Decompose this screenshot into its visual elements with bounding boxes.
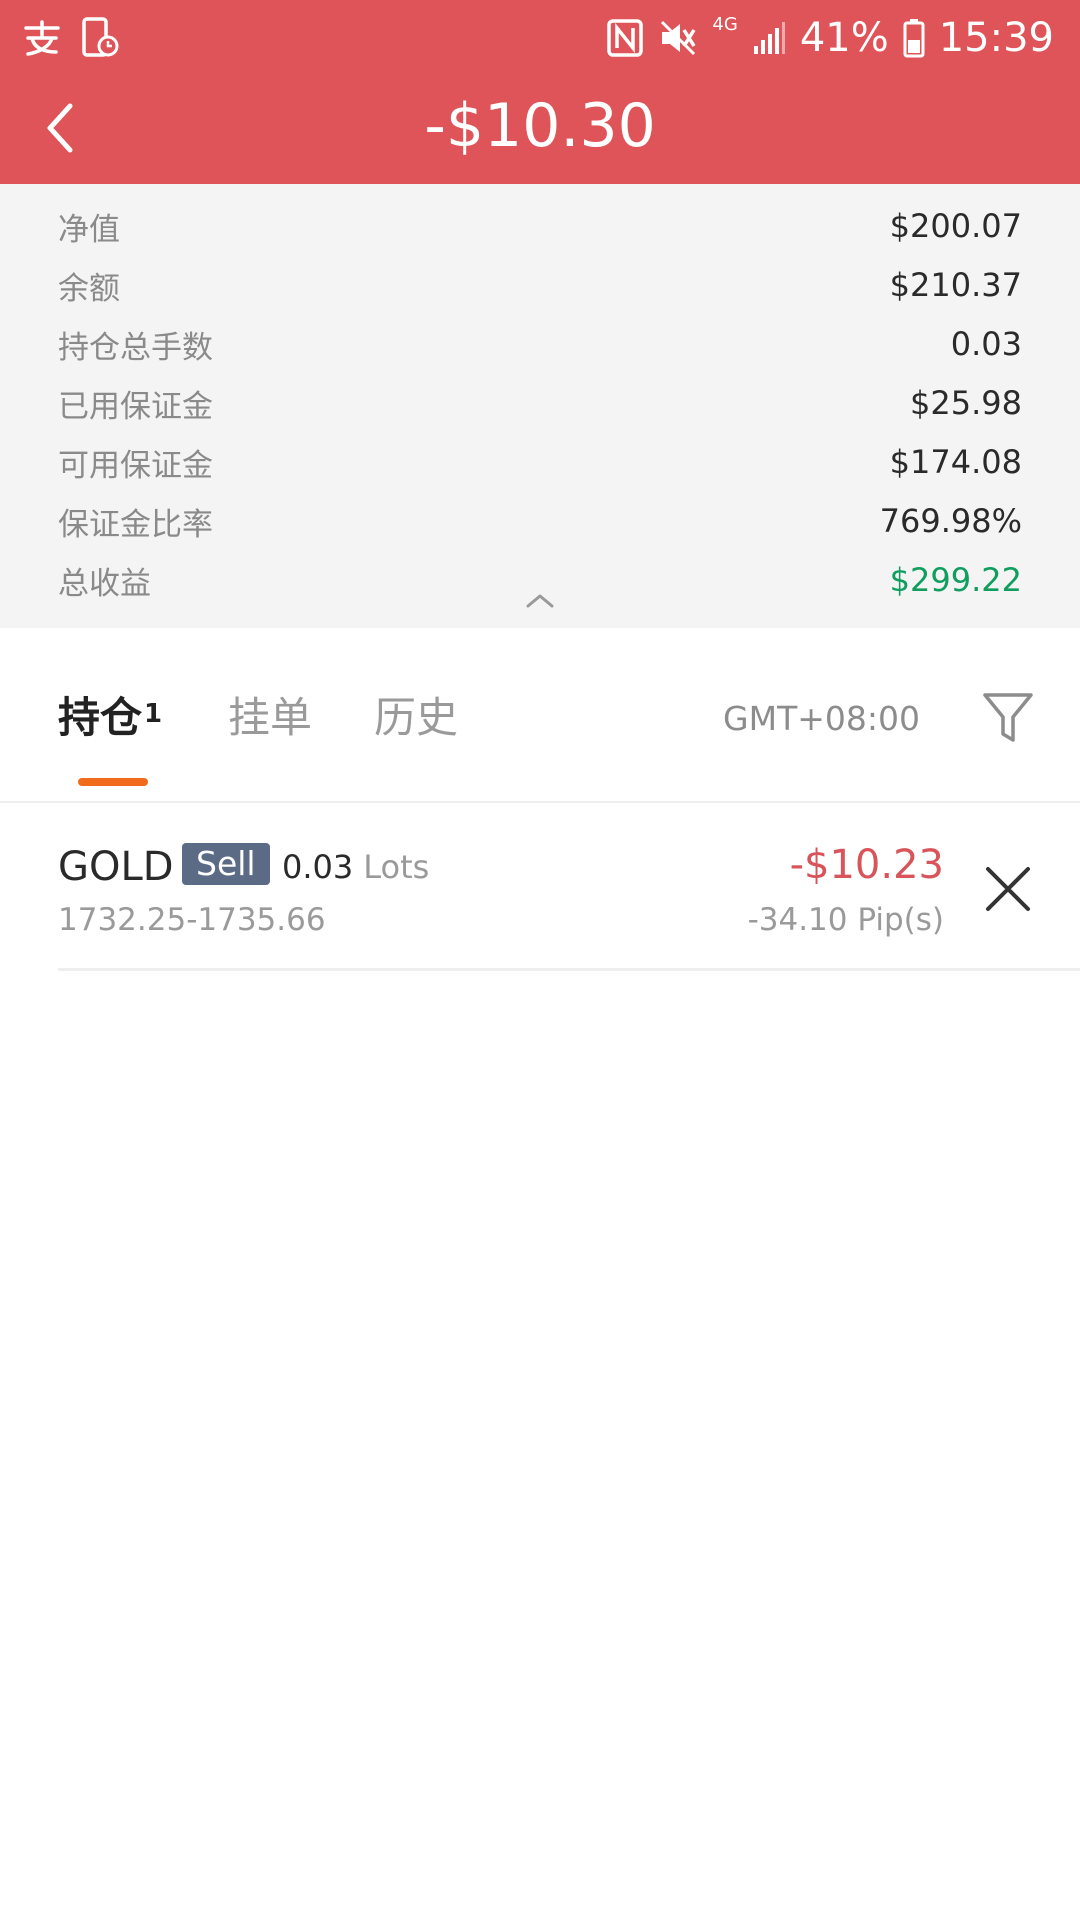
summary-label: 净值 <box>58 211 120 248</box>
close-icon <box>986 867 1030 911</box>
summary-row-free-margin: 可用保证金 $174.08 <box>58 435 1022 489</box>
tab-label: 持仓 <box>58 693 143 742</box>
summary-value: $174.08 <box>889 443 1022 481</box>
network-type-label: 4G <box>712 14 738 35</box>
position-side-badge: Sell <box>182 843 270 885</box>
summary-label: 保证金比率 <box>58 506 213 543</box>
tab-bar: 持仓1 挂单 历史 GMT+08:00 <box>0 628 1080 803</box>
page-title: -$10.30 <box>424 91 656 161</box>
close-position-button[interactable] <box>980 861 1036 917</box>
status-bar: 4G 41% 15:39 <box>0 0 1080 76</box>
tab-label: 挂单 <box>228 693 313 742</box>
position-lots-value: 0.03 <box>282 848 354 886</box>
summary-label: 持仓总手数 <box>58 329 213 366</box>
filter-icon <box>983 693 1033 742</box>
position-prices: 1732.25-1735.66 <box>58 902 326 938</box>
back-button[interactable] <box>30 92 90 164</box>
position-row[interactable]: GOLD Sell 0.03 Lots 1732.25-1735.66 -$10.… <box>58 805 1080 971</box>
header: 4G 41% 15:39 -$10.30 <box>0 0 1080 184</box>
position-pnl: -$10.23 <box>789 842 944 888</box>
summary-label: 可用保证金 <box>58 447 213 484</box>
account-summary: 净值 $200.07 余额 $210.37 持仓总手数 0.03 已用保证金 $… <box>0 184 1080 628</box>
timezone-label: GMT+08:00 <box>723 699 920 738</box>
status-right-icons: 4G 41% 15:39 <box>606 12 1054 64</box>
summary-row-used-margin: 已用保证金 $25.98 <box>58 376 1022 430</box>
chevron-up-icon <box>526 594 554 608</box>
summary-value: $200.07 <box>889 207 1022 245</box>
tab-badge: 1 <box>144 699 163 729</box>
summary-label: 余额 <box>58 270 120 307</box>
summary-value: 769.98% <box>879 502 1022 540</box>
alipay-icon <box>22 18 62 58</box>
filter-button[interactable] <box>978 688 1038 748</box>
nfc-icon <box>606 18 644 58</box>
mute-icon <box>658 18 698 58</box>
battery-icon <box>903 18 925 58</box>
position-pips: -34.10 Pip(s) <box>747 902 944 938</box>
signal-icon <box>752 20 786 56</box>
chevron-left-icon <box>47 103 73 153</box>
tab-pending-orders[interactable]: 挂单 <box>228 688 312 748</box>
summary-label: 总收益 <box>58 565 151 602</box>
position-lots: 0.03 Lots <box>282 841 429 893</box>
summary-value: $299.22 <box>889 561 1022 599</box>
summary-row-total-lots: 持仓总手数 0.03 <box>58 317 1022 371</box>
active-tab-indicator <box>78 778 148 786</box>
tab-label: 历史 <box>374 693 459 742</box>
collapse-summary-button[interactable] <box>522 590 558 612</box>
battery-percent: 41% <box>799 15 889 61</box>
status-left-icons <box>22 16 120 60</box>
summary-row-balance: 余额 $210.37 <box>58 258 1022 312</box>
device-clock-icon <box>80 16 120 60</box>
summary-label: 已用保证金 <box>58 388 213 425</box>
summary-value: $25.98 <box>910 384 1022 422</box>
status-time: 15:39 <box>938 15 1054 61</box>
title-bar: -$10.30 <box>0 76 1080 184</box>
tab-history[interactable]: 历史 <box>374 688 458 748</box>
summary-value: $210.37 <box>889 266 1022 304</box>
summary-row-equity: 净值 $200.07 <box>58 199 1022 253</box>
position-lots-unit: Lots <box>363 848 430 886</box>
position-symbol: GOLD <box>58 844 174 890</box>
summary-value: 0.03 <box>950 325 1022 363</box>
summary-row-margin-ratio: 保证金比率 769.98% <box>58 494 1022 548</box>
tab-positions[interactable]: 持仓1 <box>58 688 162 748</box>
